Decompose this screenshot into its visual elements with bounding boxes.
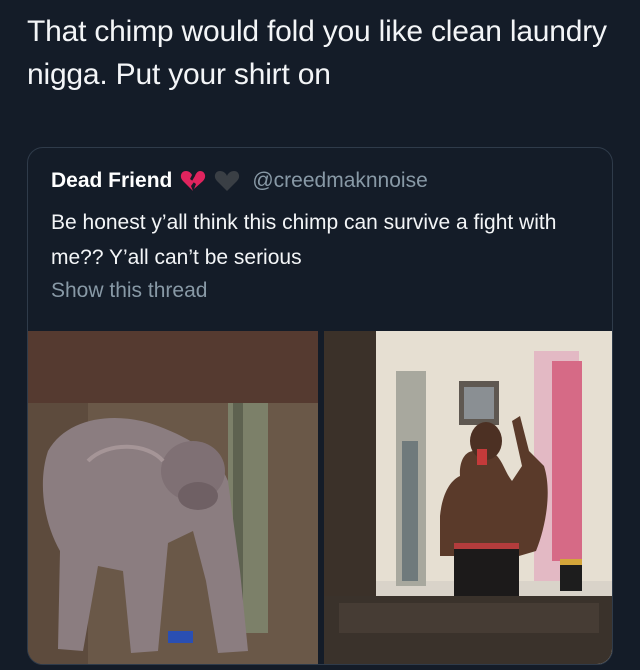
quoted-tweet-header: Dead Friend @creedmaknnoise — [51, 166, 428, 196]
show-thread-link[interactable]: Show this thread — [51, 279, 207, 303]
mirror-selfie-photo[interactable] — [324, 331, 612, 664]
chimp-photo[interactable] — [28, 331, 318, 664]
quoted-tweet-text: Be honest y’all think this chimp can sur… — [51, 211, 557, 269]
black-heart-icon — [214, 169, 240, 193]
quoted-tweet-card[interactable]: Dead Friend @creedmaknnoise Be honest y’… — [27, 147, 613, 665]
media-grid — [28, 331, 612, 664]
broken-heart-icon — [180, 169, 206, 193]
tweet-text: That chimp would fold you like clean lau… — [27, 15, 607, 91]
user-handle[interactable]: @creedmaknnoise — [252, 169, 427, 193]
display-name[interactable]: Dead Friend — [51, 169, 172, 193]
